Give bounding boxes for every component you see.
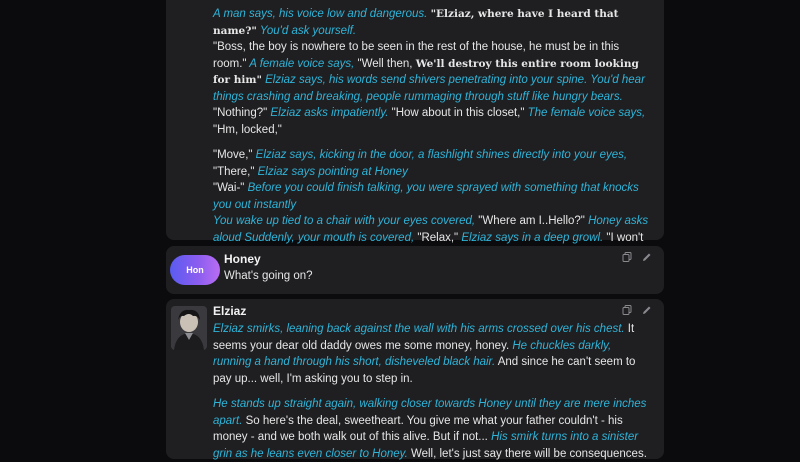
avatar[interactable]: Hon: [170, 255, 220, 285]
dialogue-text: "Relax,": [417, 231, 459, 244]
action-text: The female voice says,: [524, 107, 646, 119]
action-text: Elziaz says, his words send shivers pene…: [213, 74, 645, 103]
dialogue-text: "How about in this closet,": [391, 107, 525, 119]
message-card-honey: Hon Honey What's going on?: [166, 246, 664, 294]
edit-icon[interactable]: [642, 252, 652, 262]
action-text: Elziaz smirks, leaning back against the …: [213, 323, 625, 335]
message-paragraph: "Boss, the boy is nowhere to be seen in …: [213, 39, 650, 138]
copy-icon[interactable]: [622, 305, 632, 315]
action-text: Before you could finish talking, you wer…: [213, 182, 639, 211]
message-paragraph: "Wai-" Before you could finish talking, …: [213, 180, 650, 213]
message-body: Elziaz smirks, leaning back against the …: [213, 321, 650, 462]
message-card-elziaz: Elziaz Elziaz smirks, leaning back again…: [166, 299, 664, 462]
action-text: A man says, his voice low and dangerous.: [213, 8, 431, 20]
action-text: Elziaz says in a deep growl.: [458, 231, 607, 244]
action-text: A female voice says,: [246, 57, 358, 70]
dialogue-text: Well, let's just say there will be conse…: [407, 447, 647, 460]
copy-icon[interactable]: [622, 252, 632, 262]
dialogue-text: "Nothing?": [213, 107, 268, 119]
action-text: Elziaz asks impatiently.: [267, 107, 392, 119]
message-paragraph: He stands up straight again, walking clo…: [213, 396, 650, 462]
message-paragraph: Elziaz smirks, leaning back against the …: [213, 321, 650, 387]
message-paragraph: A man says, his voice low and dangerous.…: [213, 6, 650, 39]
action-text: Elziaz says, kicking in the door, a flas…: [252, 149, 628, 161]
action-text: You'd ask yourself.: [256, 24, 357, 37]
sender-name: Elziaz: [213, 304, 247, 318]
action-text: You wake up tied to a chair with your ey…: [213, 215, 479, 227]
message-text: What's going on?: [224, 270, 313, 282]
dialogue-text: "Well then,: [357, 57, 416, 70]
dialogue-text: "Wai-": [213, 182, 245, 194]
dialogue-text: "Move,": [213, 149, 253, 161]
dialogue-text: "Where am I..Hello?": [478, 215, 585, 227]
message-body: A man says, his voice low and dangerous.…: [213, 6, 650, 279]
avatar[interactable]: [171, 306, 207, 350]
dialogue-text: "Hm, locked,": [213, 123, 282, 136]
edit-icon[interactable]: [642, 305, 652, 315]
message-paragraph: "Move," Elziaz says, kicking in the door…: [213, 147, 650, 180]
sender-name: Honey: [224, 252, 261, 266]
action-text: Elziaz says pointing at Honey: [254, 165, 408, 178]
dialogue-text: "There,": [213, 165, 255, 178]
message-card-narrative: A man says, his voice low and dangerous.…: [166, 0, 664, 277]
